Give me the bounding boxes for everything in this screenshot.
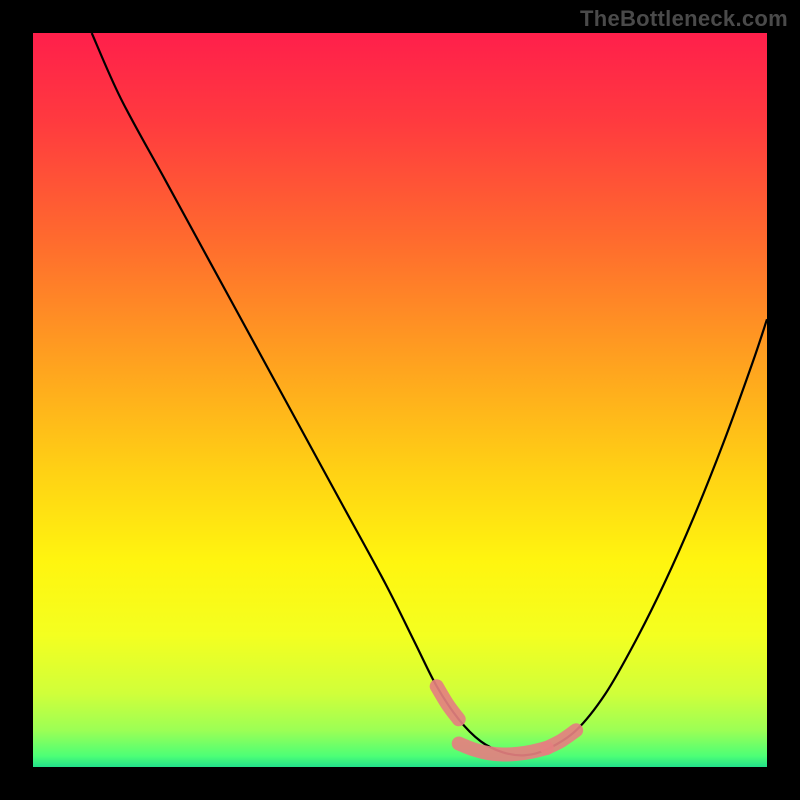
watermark-text: TheBottleneck.com bbox=[580, 6, 788, 32]
gradient-background bbox=[33, 33, 767, 767]
chart-frame: TheBottleneck.com bbox=[0, 0, 800, 800]
plot-area bbox=[33, 33, 767, 767]
chart-svg bbox=[33, 33, 767, 767]
